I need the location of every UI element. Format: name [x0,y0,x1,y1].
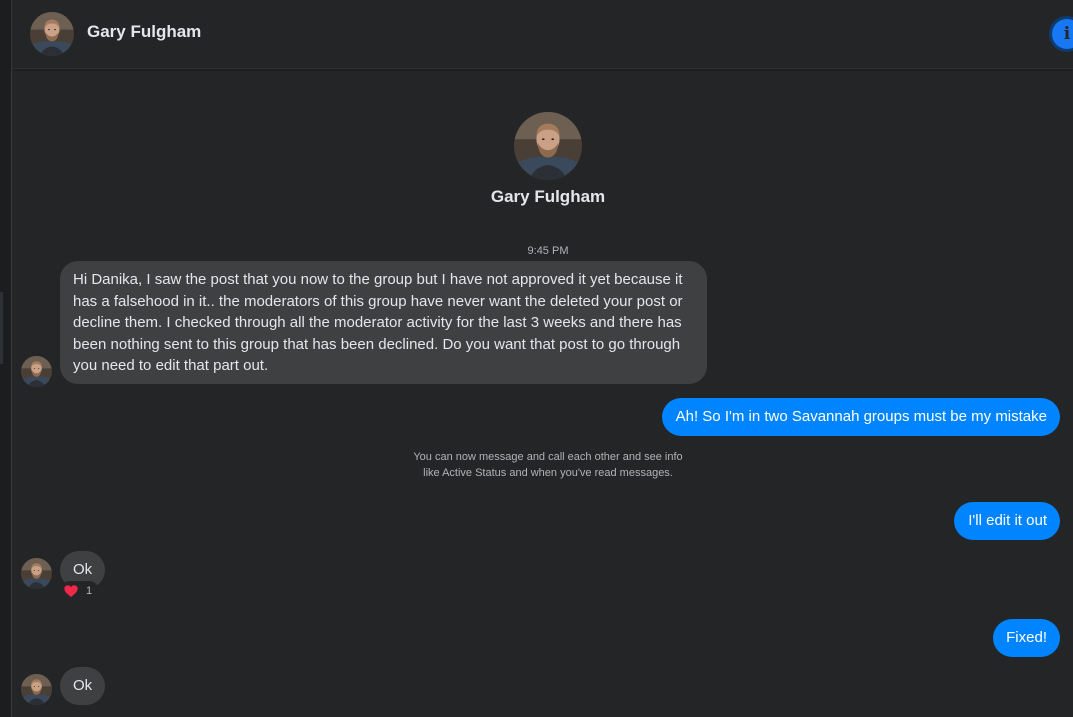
profile-name: Gary Fulgham [490,187,606,206]
incoming-message[interactable]: Ok [60,667,106,705]
sender-avatar[interactable] [21,356,52,387]
heart-icon [64,585,78,597]
info-icon: i [1063,24,1071,44]
sender-avatar[interactable] [21,674,52,705]
outgoing-message[interactable]: Ah! So I'm in two Savannah groups must b… [661,398,1060,436]
incoming-message[interactable]: Hi Danika, I saw the post that you now t… [60,261,707,384]
outgoing-message[interactable]: I'll edit it out [954,502,1060,540]
messenger-conversation: Gary Fulgham i Gary Fulgham 9:45 PM Hi D… [0,0,1073,717]
sender-avatar[interactable] [21,558,52,589]
conversation-header: Gary Fulgham i [12,0,1073,69]
message-timestamp: 9:45 PM [527,245,569,257]
conversation-info-button[interactable]: i [1052,19,1073,49]
message-reaction[interactable]: 1 [60,581,100,601]
profile-avatar[interactable] [514,112,582,180]
reaction-count: 1 [86,585,93,597]
system-notice: You can now message and call each other … [413,451,683,479]
sidebar-scroll-marker [0,292,3,364]
sidebar-edge [0,0,12,717]
contact-name[interactable]: Gary Fulgham [87,22,201,42]
contact-avatar[interactable] [30,12,74,56]
outgoing-message[interactable]: Fixed! [993,619,1060,657]
